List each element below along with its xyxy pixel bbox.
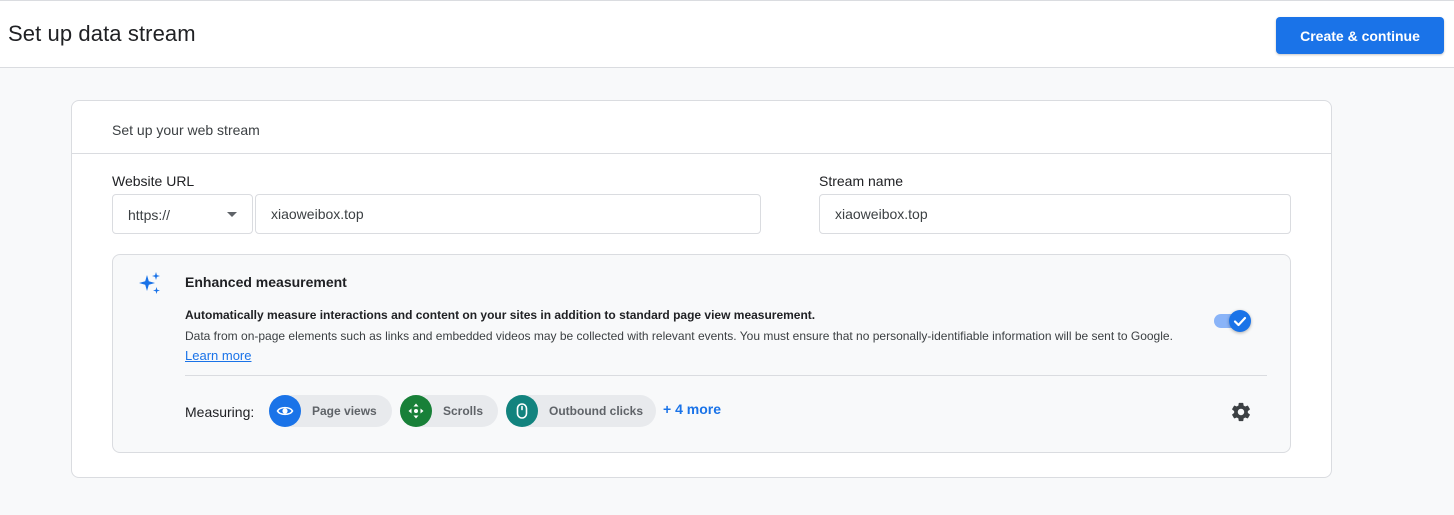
enhanced-measurement-description: Data from on-page elements such as links… — [185, 326, 1195, 366]
chip-icon-bg — [506, 395, 538, 427]
measuring-label: Measuring: — [185, 404, 255, 420]
more-measurements-link[interactable]: + 4 more — [663, 401, 721, 417]
page-title: Set up data stream — [8, 21, 196, 46]
chip-scrolls: Scrolls — [400, 395, 498, 427]
divider — [185, 375, 1267, 376]
scroll-arrows-icon — [408, 403, 424, 419]
chevron-down-icon — [227, 212, 237, 217]
enhanced-measurement-summary: Automatically measure interactions and c… — [185, 308, 816, 322]
chip-icon-bg — [269, 395, 301, 427]
protocol-value: https:// — [128, 207, 171, 223]
stream-name-label: Stream name — [819, 173, 904, 189]
page-header: Set up data stream Create & continue — [0, 0, 1454, 68]
enhanced-measurement-panel: Enhanced measurement Automatically measu… — [112, 254, 1291, 453]
toggle-thumb — [1229, 310, 1251, 332]
description-text: Data from on-page elements such as links… — [185, 329, 1173, 343]
web-stream-card: Set up your web stream Website URL https… — [71, 100, 1332, 478]
protocol-select[interactable]: https:// — [112, 194, 253, 234]
card-header: Set up your web stream — [72, 101, 1331, 154]
website-url-label: Website URL — [112, 173, 195, 189]
chip-icon-bg — [400, 395, 432, 427]
create-and-continue-button[interactable]: Create & continue — [1276, 17, 1444, 54]
learn-more-link[interactable]: Learn more — [185, 348, 251, 363]
chip-label: Scrolls — [443, 404, 484, 418]
stream-name-input[interactable] — [819, 194, 1291, 234]
card-title: Set up your web stream — [112, 122, 260, 138]
mouse-icon — [516, 403, 528, 419]
website-url-input[interactable] — [255, 194, 761, 234]
sparkle-icon — [139, 272, 160, 294]
chip-outbound-clicks: Outbound clicks — [506, 395, 656, 427]
check-icon — [1233, 316, 1247, 327]
chip-label: Outbound clicks — [549, 404, 644, 418]
gear-icon[interactable] — [1230, 401, 1252, 423]
enhanced-measurement-toggle[interactable] — [1213, 307, 1253, 333]
enhanced-measurement-title: Enhanced measurement — [185, 274, 347, 290]
chip-label: Page views — [312, 404, 377, 418]
eye-icon — [276, 406, 294, 416]
chip-page-views: Page views — [269, 395, 392, 427]
